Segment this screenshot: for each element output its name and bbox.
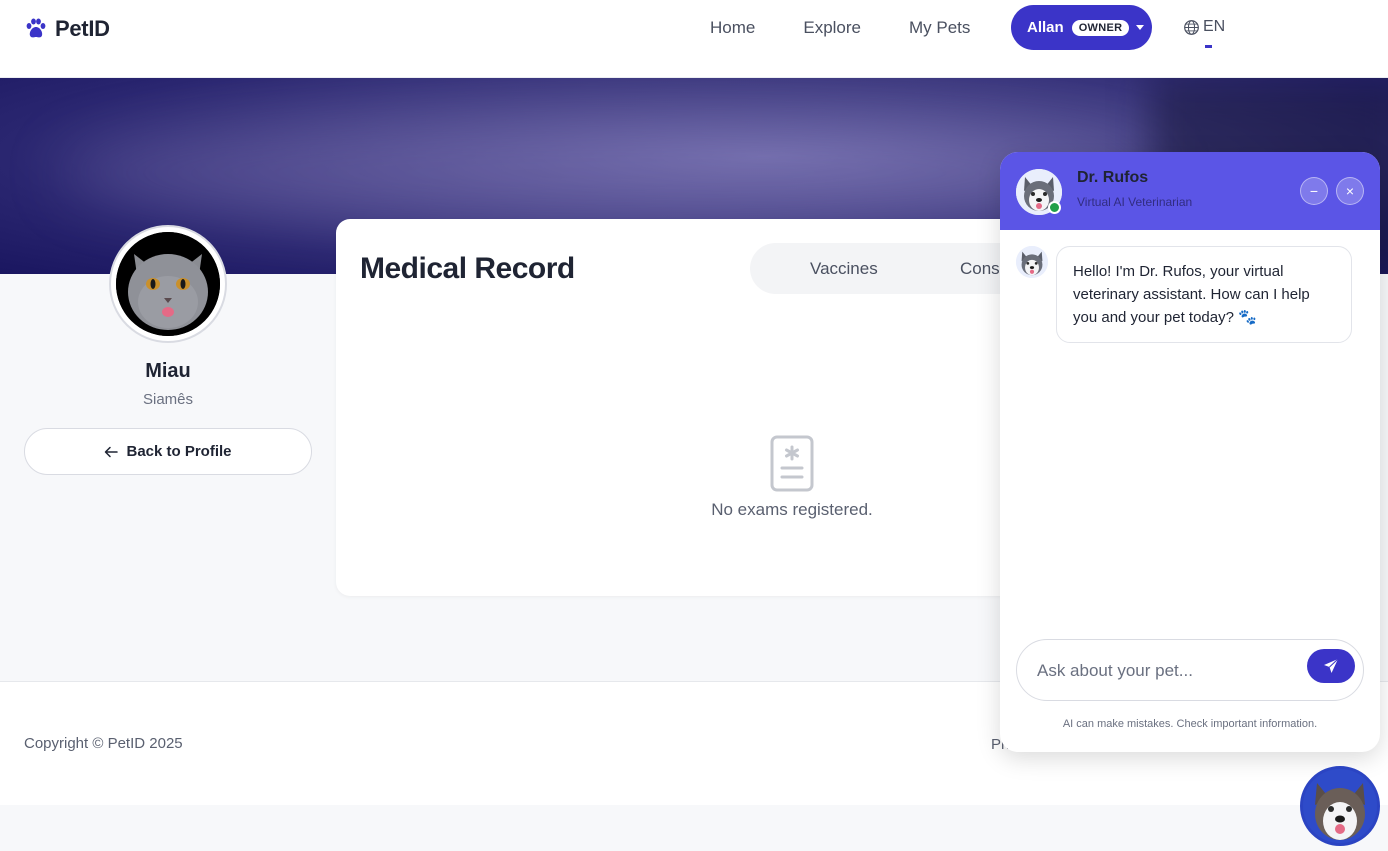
bot-message: Hello! I'm Dr. Rufos, your virtual veter… xyxy=(1056,246,1352,343)
back-to-profile-button[interactable]: Back to Profile xyxy=(24,428,312,475)
nav-home[interactable]: Home xyxy=(710,18,755,38)
minimize-button[interactable]: − xyxy=(1300,177,1328,205)
send-button[interactable] xyxy=(1307,649,1355,683)
send-icon xyxy=(1324,658,1339,673)
medical-record-card: Medical Record Vaccines Cons No exams re… xyxy=(336,219,1056,596)
chat-panel: Dr. Rufos Virtual AI Veterinarian − × He… xyxy=(1000,152,1380,752)
nav-my-pets[interactable]: My Pets xyxy=(909,18,970,38)
husky-icon xyxy=(1303,769,1377,843)
chat-launcher-button[interactable] xyxy=(1300,766,1380,846)
back-button-label: Back to Profile xyxy=(126,443,232,460)
bot-name: Dr. Rufos xyxy=(1077,169,1149,186)
user-menu-button[interactable]: Allan OWNER xyxy=(1011,5,1152,50)
pet-name: Miau xyxy=(145,360,191,382)
chat-input[interactable] xyxy=(1037,658,1297,684)
bot-role: Virtual AI Veterinarian xyxy=(1077,195,1193,209)
cat-image xyxy=(116,232,220,336)
pet-breed: Siamês xyxy=(142,391,194,408)
close-button[interactable]: × xyxy=(1336,177,1364,205)
close-icon: × xyxy=(1345,183,1355,199)
brand-logo[interactable]: PetID xyxy=(24,16,110,42)
pet-photo xyxy=(116,232,220,336)
arrow-left-icon xyxy=(105,446,119,457)
minimize-icon: − xyxy=(1309,183,1319,199)
empty-state-text: No exams registered. xyxy=(711,500,873,519)
tab-vaccines[interactable]: Vaccines xyxy=(810,259,878,279)
online-status-dot xyxy=(1048,201,1061,214)
card-title: Medical Record xyxy=(360,252,575,285)
document-medical-icon xyxy=(770,435,814,492)
nav-explore[interactable]: Explore xyxy=(803,18,861,38)
language-indicator xyxy=(1205,45,1212,48)
globe-icon xyxy=(1184,19,1199,35)
copyright: Copyright © PetID 2025 xyxy=(24,735,183,752)
role-badge: OWNER xyxy=(1071,19,1130,36)
language-selector[interactable]: EN xyxy=(1183,18,1225,36)
user-name: Allan xyxy=(1027,19,1064,36)
husky-icon xyxy=(1016,246,1048,278)
brand-name: PetID xyxy=(55,16,110,41)
pet-avatar xyxy=(109,225,227,343)
language-code: EN xyxy=(1203,18,1226,35)
tab-consultations[interactable]: Cons xyxy=(960,259,1000,279)
chat-input-container xyxy=(1016,639,1364,701)
ai-disclaimer: AI can make mistakes. Check important in… xyxy=(1062,718,1318,730)
paw-icon xyxy=(26,18,46,38)
navbar: PetID Home Explore My Pets Allan OWNER E… xyxy=(0,0,1388,78)
nav-links: Home Explore My Pets xyxy=(686,0,994,56)
message-avatar xyxy=(1016,246,1048,278)
chat-header: Dr. Rufos Virtual AI Veterinarian − × xyxy=(1000,152,1380,230)
caret-down-icon xyxy=(1136,25,1145,30)
